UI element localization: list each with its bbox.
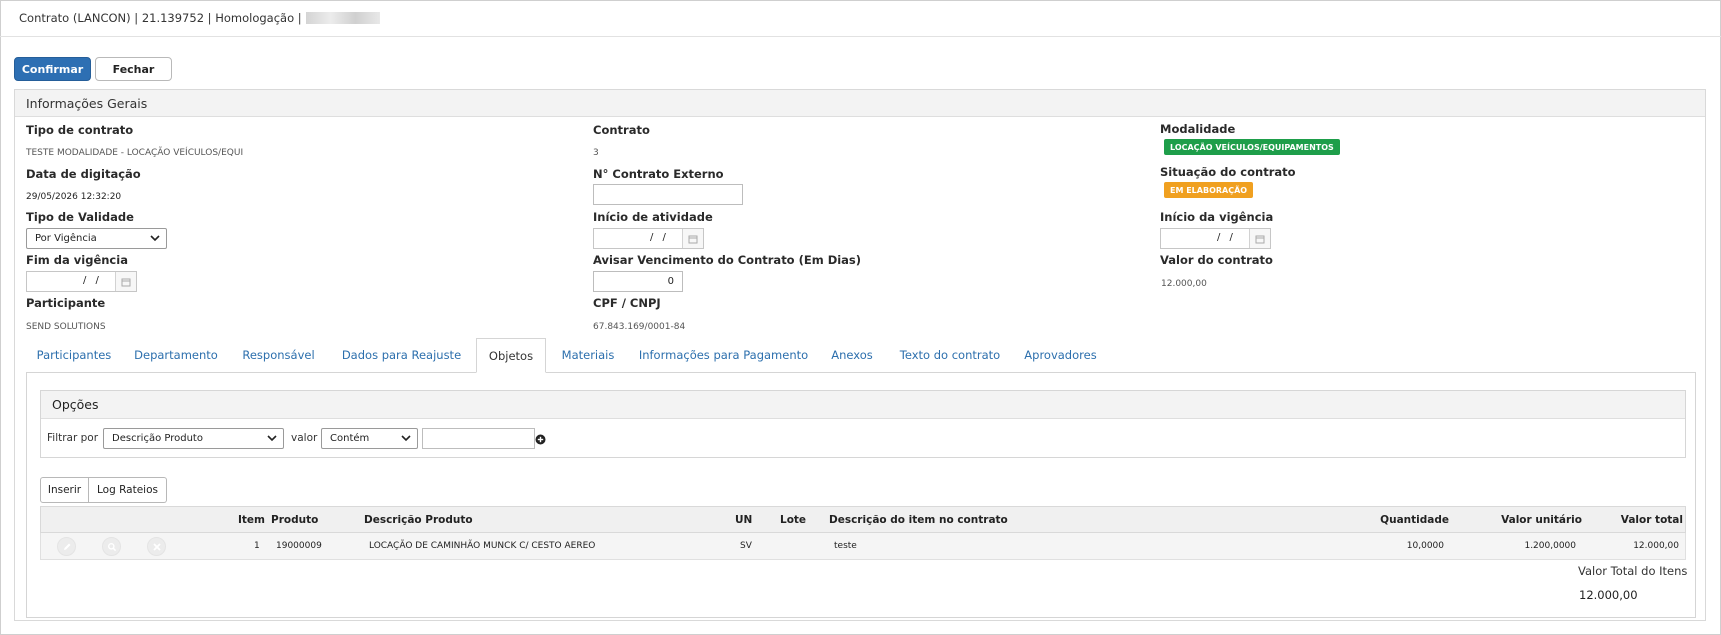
log-rateios-button[interactable]: Log Rateios [89,477,167,503]
tab-objetos[interactable]: Objetos [476,338,546,373]
table-row[interactable]: 1 19000009 LOCAÇÃO DE CAMINHÃO MUNCK C/ … [40,533,1686,560]
options-panel: Opções [40,390,1686,458]
header-descricao-produto: Descrição Produto [364,514,473,526]
cell-un: SV [740,541,752,551]
page-title: Contrato (LANCON) | 21.139752 | Homologa… [19,11,302,25]
options-heading: Opções [41,391,1685,419]
close-button[interactable]: Fechar [95,57,172,81]
fim-vigencia-label: Fim da vigência [26,253,128,267]
tipo-validade-label: Tipo de Validade [26,210,134,224]
contrato-externo-label: N° Contrato Externo [593,167,724,181]
inicio-vigencia-value: / / [1217,232,1236,243]
inicio-vigencia-field[interactable]: / / [1160,228,1271,249]
participante-value: SEND SOLUTIONS [26,322,106,332]
cell-valor-total: 12.000,00 [1633,541,1679,551]
inicio-atividade-label: Início de atividade [593,210,713,224]
delete-icon[interactable] [147,537,166,556]
cell-valor-unitario: 1.200,0000 [1524,541,1576,551]
chevron-down-icon [401,435,411,442]
tipo-contrato-label: Tipo de contrato [26,123,134,137]
table-actions: Inserir Log Rateios [40,477,167,503]
tipo-contrato-value: TESTE MODALIDADE - LOCAÇÃO VEÍCULOS/EQUI [26,148,244,158]
contrato-value: 3 [593,148,599,158]
total-items-label: Valor Total do Itens [1578,564,1688,578]
filter-operator-select[interactable]: Contém [321,428,418,449]
avisar-vencimento-label: Avisar Vencimento do Contrato (Em Dias) [593,253,862,267]
cpf-cnpj-label: CPF / CNPJ [593,296,661,310]
general-info-heading: Informações Gerais [15,90,1705,117]
cell-quantidade: 10,0000 [1406,541,1444,551]
header-lote: Lote [780,514,807,526]
contrato-externo-input[interactable] [593,184,743,205]
participante-label: Participante [26,296,106,310]
calendar-icon[interactable] [1249,229,1270,248]
inicio-vigencia-label: Início da vigência [1160,210,1274,224]
tipo-validade-selected: Por Vigência [35,233,97,244]
header-quantidade: Quantidade [1380,514,1449,526]
calendar-icon[interactable] [115,272,136,291]
cpf-cnpj-value: 67.843.169/0001-84 [593,322,686,332]
avisar-vencimento-input[interactable]: 0 [593,271,683,292]
modalidade-label: Modalidade [1160,122,1236,136]
cell-descricao-produto: LOCAÇÃO DE CAMINHÃO MUNCK C/ CESTO AEREO [369,541,596,551]
cell-item: 1 [254,541,260,551]
add-filter-icon[interactable] [535,434,546,445]
filter-field-select[interactable]: Descrição Produto [103,428,284,449]
tab-bar: Participantes Departamento Responsável D… [26,338,1696,373]
insert-button[interactable]: Inserir [40,477,89,503]
total-items-value: 12.000,00 [1579,588,1638,602]
tipo-validade-select[interactable]: Por Vigência [26,228,167,249]
cell-descricao-item: teste [834,541,857,551]
data-digitacao-label: Data de digitação [26,167,141,181]
confirm-button[interactable]: Confirmar [14,57,91,81]
inicio-atividade-value: / / [650,232,669,243]
filter-operator-selected: Contém [330,433,370,444]
chevron-down-icon [150,235,160,242]
tab-responsavel[interactable]: Responsável [230,338,327,372]
search-icon[interactable] [102,537,121,556]
redacted-text [305,12,380,24]
tab-materiais[interactable]: Materiais [546,338,630,372]
valor-label: valor [291,432,318,444]
status-badge: EM ELABORAÇÃO [1164,182,1254,198]
header-descricao-item: Descrição do item no contrato [829,514,1008,526]
valor-contrato-label: Valor do contrato [1160,253,1273,267]
header-item: Item [238,514,265,526]
tab-departamento[interactable]: Departamento [122,338,230,372]
tab-aprovadores[interactable]: Aprovadores [1013,338,1108,372]
table-header: Item Produto Descrição Produto UN Lote D… [40,506,1686,533]
tab-informacoes-pagamento[interactable]: Informações para Pagamento [630,338,817,372]
contrato-label: Contrato [593,123,650,137]
header-valor-unitario: Valor unitário [1501,514,1582,526]
filter-value-input[interactable] [422,428,535,449]
calendar-icon[interactable] [682,229,703,248]
header-valor-total: Valor total [1620,514,1683,526]
cell-produto: 19000009 [276,541,322,551]
filter-field-selected: Descrição Produto [112,433,203,444]
valor-contrato-value: 12.000,00 [1161,279,1207,289]
chevron-down-icon [267,435,277,442]
tab-dados-reajuste[interactable]: Dados para Reajuste [327,338,476,372]
modalidade-badge: LOCAÇÃO VEÍCULOS/EQUIPAMENTOS [1164,139,1340,155]
data-digitacao-value: 29/05/2026 12:32:20 [26,192,122,202]
tab-participantes[interactable]: Participantes [26,338,122,372]
tab-anexos[interactable]: Anexos [817,338,887,372]
header-produto: Produto [271,514,319,526]
items-table: Item Produto Descrição Produto UN Lote D… [40,506,1686,560]
filter-label: Filtrar por [47,432,99,444]
situacao-label: Situação do contrato [1160,165,1296,179]
header-un: UN [735,514,753,526]
title-bar: Contrato (LANCON) | 21.139752 | Homologa… [0,0,1721,37]
fim-vigencia-value: / / [83,275,102,286]
fim-vigencia-field[interactable]: / / [26,271,137,292]
inicio-atividade-field[interactable]: / / [593,228,704,249]
edit-icon[interactable] [57,537,76,556]
tab-texto-contrato[interactable]: Texto do contrato [887,338,1013,372]
